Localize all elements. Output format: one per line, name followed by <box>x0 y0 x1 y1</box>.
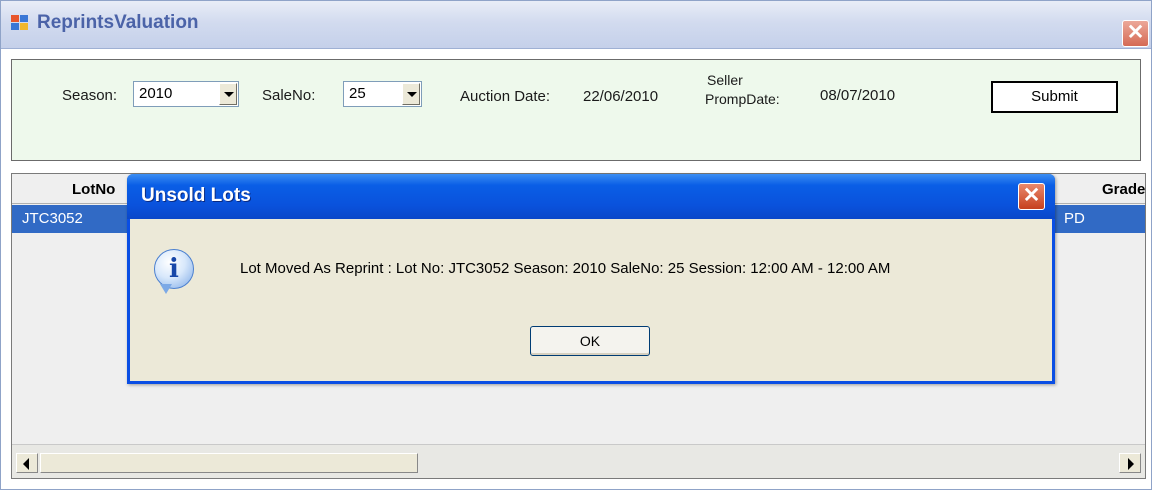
window-close-button[interactable]: ✕ <box>1122 20 1149 47</box>
dialog-message: Lot Moved As Reprint : Lot No: JTC3052 S… <box>240 260 891 277</box>
seller-prompt-date-value: 08/07/2010 <box>820 87 896 104</box>
seller-prompt-label-line2: PrompDate: <box>705 91 780 107</box>
saleno-label: SaleNo: <box>262 87 316 104</box>
unsold-lots-dialog: Unsold Lots ✕ i Lot Moved As Reprint : L… <box>127 174 1055 384</box>
window-titlebar[interactable]: ReprintsValuation ✕ <box>1 1 1151 49</box>
scrollbar-thumb[interactable] <box>40 453 418 473</box>
info-icon: i <box>154 249 194 289</box>
season-dropdown-icon[interactable] <box>219 83 237 105</box>
scroll-right-icon[interactable] <box>1119 453 1141 473</box>
auction-date-value: 22/06/2010 <box>583 88 659 105</box>
season-value: 2010 <box>139 85 173 102</box>
info-icon-tail <box>160 284 172 294</box>
saleno-dropdown-icon[interactable] <box>402 83 420 105</box>
scroll-left-icon[interactable] <box>16 453 38 473</box>
cell-grade: PD <box>1064 210 1085 227</box>
saleno-value: 25 <box>349 85 366 102</box>
saleno-select[interactable]: 25 <box>343 81 422 107</box>
dialog-title: Unsold Lots <box>141 185 251 206</box>
app-icon <box>11 15 29 31</box>
seller-prompt-label-line1: Seller <box>707 72 743 88</box>
auction-date-label: Auction Date: <box>460 88 551 105</box>
window-title: ReprintsValuation <box>37 12 199 33</box>
filter-panel: Season: 2010 SaleNo: 25 Auction Date: 22… <box>11 59 1141 161</box>
dialog-close-button[interactable]: ✕ <box>1018 183 1045 210</box>
horizontal-scrollbar[interactable] <box>12 444 1145 478</box>
season-label: Season: <box>62 87 118 104</box>
submit-button[interactable]: Submit <box>991 81 1118 113</box>
cell-lotno: JTC3052 <box>22 210 83 227</box>
dialog-titlebar[interactable]: Unsold Lots ✕ <box>127 174 1055 219</box>
reprints-valuation-window: ReprintsValuation ✕ Season: 2010 SaleNo:… <box>0 0 1152 490</box>
column-header-lotno[interactable]: LotNo <box>72 181 115 198</box>
season-select[interactable]: 2010 <box>133 81 239 107</box>
column-header-grade[interactable]: Grade <box>1102 181 1145 198</box>
ok-button[interactable]: OK <box>530 326 650 356</box>
